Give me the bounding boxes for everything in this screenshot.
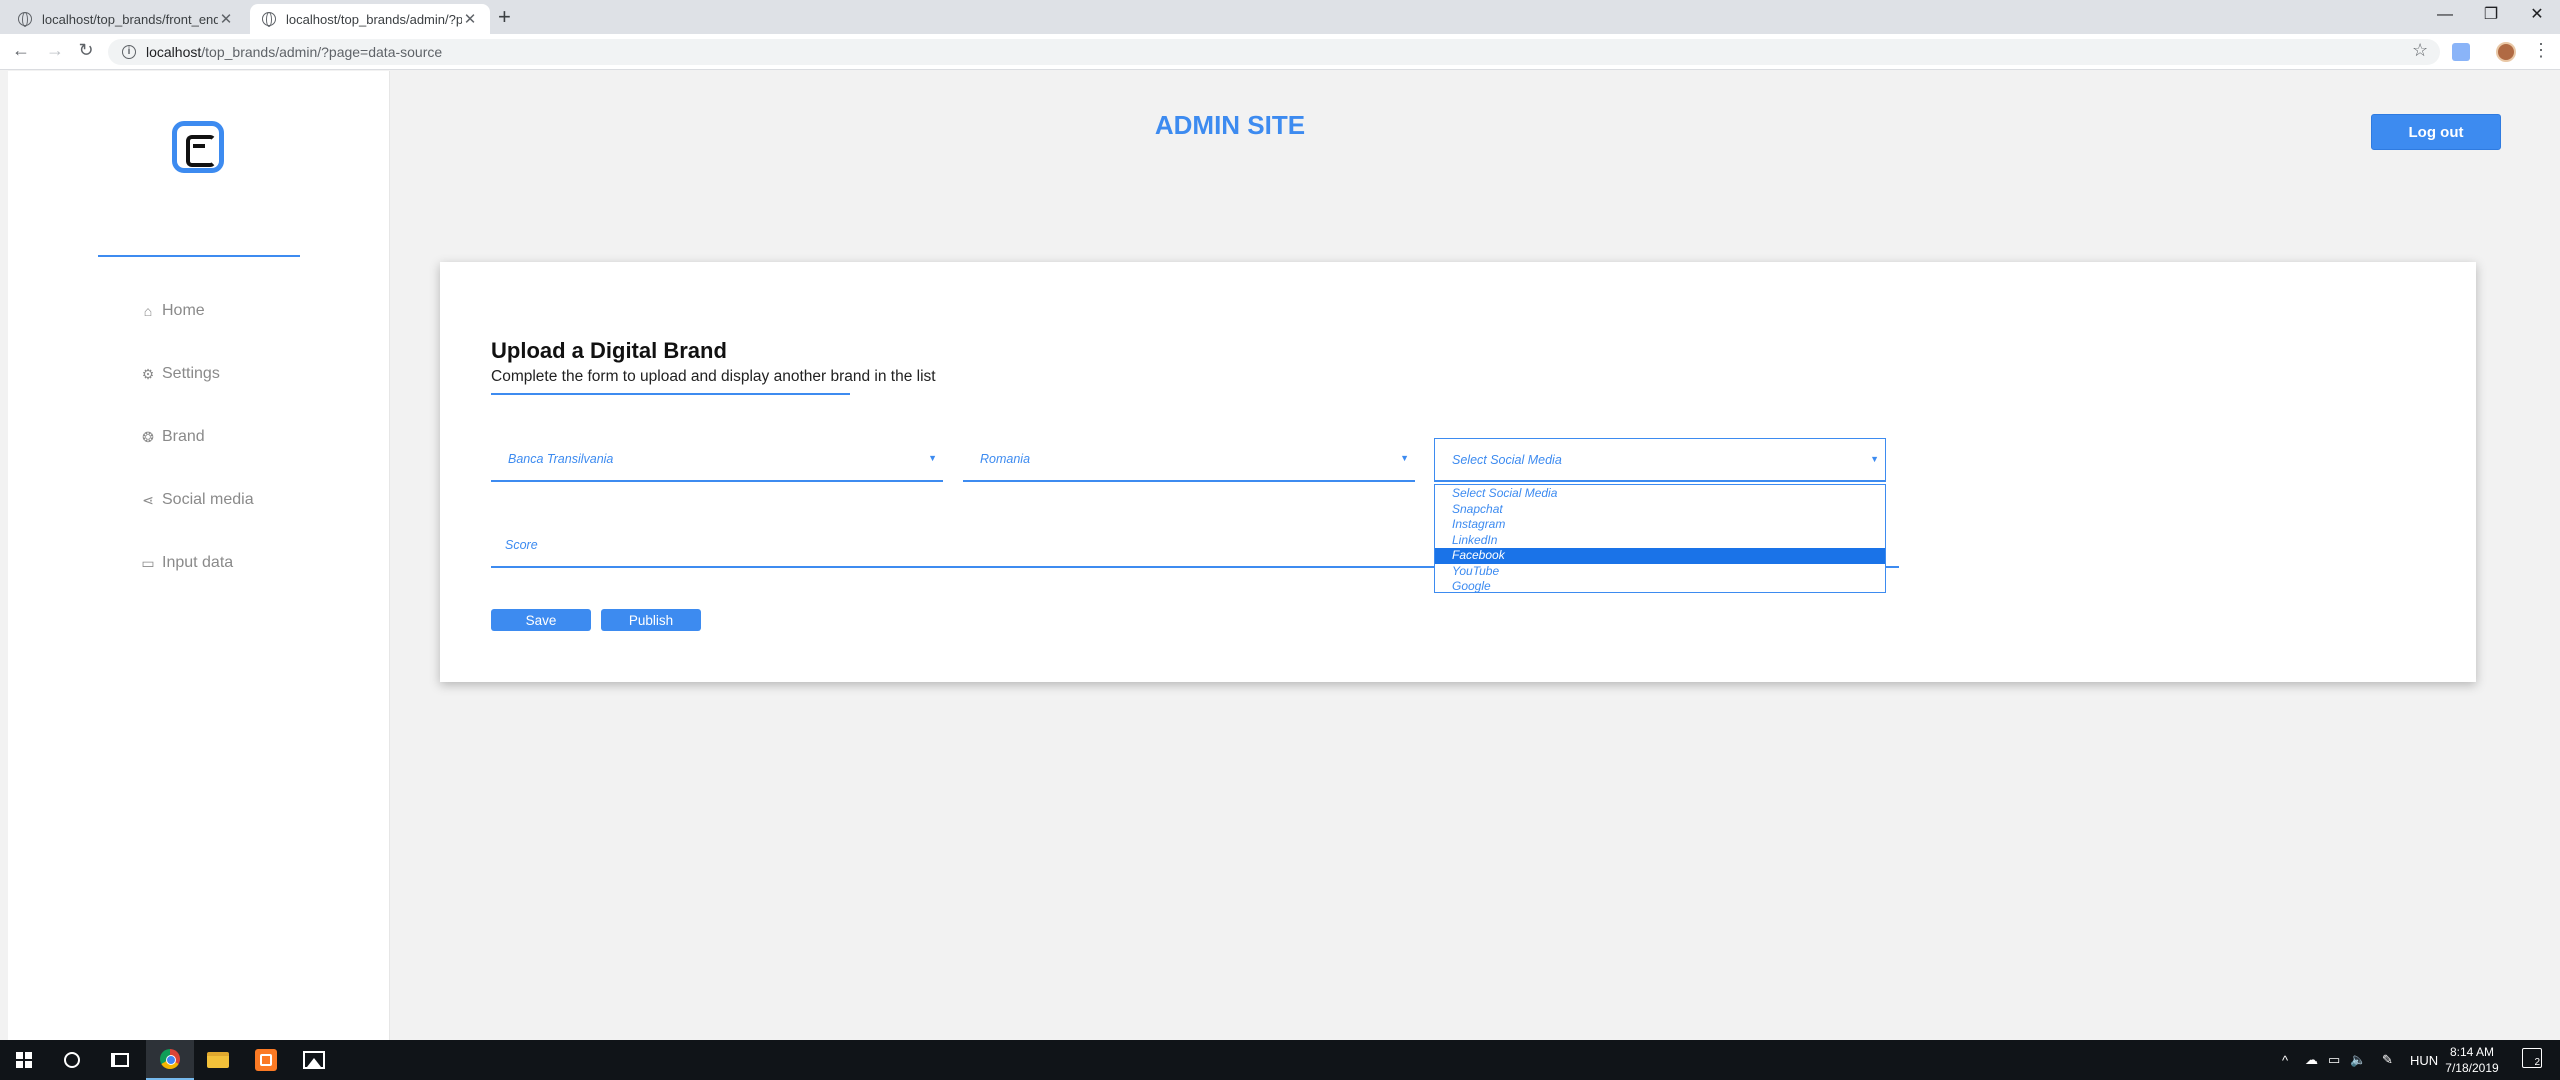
dropdown-option[interactable]: Instagram (1435, 517, 1885, 533)
tab-close-icon[interactable]: ✕ (218, 10, 234, 28)
site-info-icon[interactable]: i (122, 45, 136, 59)
sidebar-item-home[interactable]: ⌂ Home (140, 302, 205, 320)
dropdown-option[interactable]: Select Social Media (1435, 486, 1885, 502)
globe-icon (18, 12, 32, 27)
sidebar-item-input-data[interactable]: ▭ Input data (140, 554, 233, 572)
bookmark-star-icon[interactable]: ☆ (2412, 40, 2428, 61)
windows-icon (16, 1052, 32, 1068)
browser-tab-strip: localhost/top_brands/front_end/ ✕ localh… (0, 0, 2560, 34)
dropdown-option[interactable]: Google (1435, 579, 1885, 595)
taskbar-photos[interactable] (290, 1040, 338, 1080)
restore-button[interactable]: ❐ (2468, 2, 2514, 28)
share-icon: ⋖ (142, 491, 154, 508)
task-view-icon (111, 1053, 129, 1067)
title-underline (491, 393, 850, 395)
brand-icon: ❂ (142, 428, 154, 445)
chevron-down-icon: ▼ (1870, 454, 1879, 464)
sidebar: ⌂ Home ⚙ Settings ❂ Brand ⋖ Social media… (8, 71, 390, 1041)
battery-icon[interactable]: ▭ (2328, 1040, 2340, 1080)
form-title: Upload a Digital Brand (491, 338, 727, 363)
window-close-button[interactable]: ✕ (2514, 2, 2560, 28)
photos-icon (303, 1051, 325, 1069)
url-host: localhost (146, 44, 202, 60)
windows-taskbar: ^ ☁ ▭ 🔈 ✎ HUN 8:14 AM 7/18/2019 2 (0, 1040, 2560, 1080)
folder-icon: ▭ (141, 554, 155, 571)
publish-button[interactable]: Publish (601, 609, 701, 631)
taskbar-xampp[interactable] (242, 1040, 290, 1080)
profile-avatar[interactable] (2496, 42, 2516, 62)
volume-icon[interactable]: 🔈 (2350, 1040, 2366, 1080)
address-bar[interactable]: i localhost /top_brands/admin/?page=data… (108, 39, 2440, 65)
browser-toolbar: ← → ↻ i localhost /top_brands/admin/?pag… (0, 34, 2560, 70)
dropdown-option[interactable]: Snapchat (1435, 502, 1885, 518)
task-view-button[interactable] (96, 1040, 144, 1080)
sidebar-item-brand[interactable]: ❂ Brand (140, 428, 205, 446)
brand-select-value: Banca Transilvania (508, 452, 614, 466)
chrome-icon (160, 1049, 180, 1069)
dropdown-option-highlighted[interactable]: Facebook (1435, 548, 1885, 564)
chevron-down-icon: ▼ (1400, 453, 1409, 463)
brand-logo[interactable] (172, 121, 224, 173)
score-placeholder: Score (505, 538, 538, 552)
browser-tab-admin[interactable]: localhost/top_brands/admin/?pa ✕ (250, 4, 490, 34)
cortana-button[interactable] (48, 1040, 96, 1080)
sidebar-divider (98, 255, 300, 257)
home-icon: ⌂ (143, 303, 153, 319)
new-tab-button[interactable]: + (498, 4, 511, 30)
sidebar-item-label: Settings (162, 365, 220, 382)
extension-icon[interactable] (2452, 43, 2470, 61)
social-media-select[interactable]: Select Social Media ▼ (1434, 438, 1886, 482)
browser-tab-front-end[interactable]: localhost/top_brands/front_end/ ✕ (6, 4, 246, 34)
back-button[interactable]: ← (9, 40, 33, 61)
sidebar-item-social-media[interactable]: ⋖ Social media (140, 491, 254, 509)
save-button[interactable]: Save (491, 609, 591, 631)
notification-center-icon[interactable]: 2 (2522, 1048, 2542, 1068)
page-title: ADMIN SITE (1154, 110, 1306, 140)
cortana-icon (64, 1052, 80, 1068)
upload-brand-card: Upload a Digital Brand Complete the form… (440, 262, 2476, 682)
gear-icon: ⚙ (141, 365, 155, 382)
sidebar-item-label: Social media (162, 491, 254, 508)
reload-button[interactable]: ↻ (74, 40, 98, 61)
clock-date: 7/18/2019 (2445, 1061, 2499, 1075)
tab-title: localhost/top_brands/front_end/ (42, 11, 218, 27)
file-explorer-icon (207, 1052, 229, 1068)
start-button[interactable] (0, 1040, 48, 1080)
sidebar-item-settings[interactable]: ⚙ Settings (140, 365, 220, 383)
tab-close-icon[interactable]: ✕ (462, 10, 478, 28)
system-clock[interactable]: 8:14 AM 7/18/2019 (2432, 1044, 2512, 1076)
sidebar-item-label: Brand (162, 428, 205, 445)
taskbar-file-explorer[interactable] (194, 1040, 242, 1080)
sidebar-item-label: Home (162, 302, 205, 319)
globe-icon (262, 12, 276, 27)
social-media-dropdown-list: Select Social Media Snapchat Instagram L… (1434, 484, 1886, 593)
pen-icon[interactable]: ✎ (2382, 1040, 2393, 1080)
logout-button[interactable]: Log out (2371, 114, 2501, 150)
tray-overflow-icon[interactable]: ^ (2282, 1040, 2288, 1080)
tab-title: localhost/top_brands/admin/?pa (286, 11, 462, 27)
country-select-value: Romania (980, 452, 1031, 466)
form-subtitle: Complete the form to upload and display … (491, 368, 936, 385)
brand-select[interactable]: Banca Transilvania ▼ (491, 438, 943, 482)
sidebar-item-label: Input data (162, 554, 234, 571)
dropdown-option[interactable]: LinkedIn (1435, 533, 1885, 549)
minimize-button[interactable]: — (2422, 2, 2468, 28)
chevron-down-icon: ▼ (928, 453, 937, 463)
onedrive-icon[interactable]: ☁ (2305, 1040, 2318, 1080)
xampp-icon (255, 1049, 277, 1071)
clock-time: 8:14 AM (2449, 1045, 2495, 1059)
forward-button[interactable]: → (43, 40, 67, 61)
url-path: /top_brands/admin/?page=data-source (201, 44, 443, 60)
country-select[interactable]: Romania ▼ (963, 438, 1415, 482)
taskbar-chrome[interactable] (146, 1040, 194, 1080)
social-media-select-value: Select Social Media (1452, 452, 1562, 467)
dropdown-option[interactable]: YouTube (1435, 564, 1885, 580)
browser-menu-icon[interactable]: ⋮ (2532, 40, 2550, 61)
